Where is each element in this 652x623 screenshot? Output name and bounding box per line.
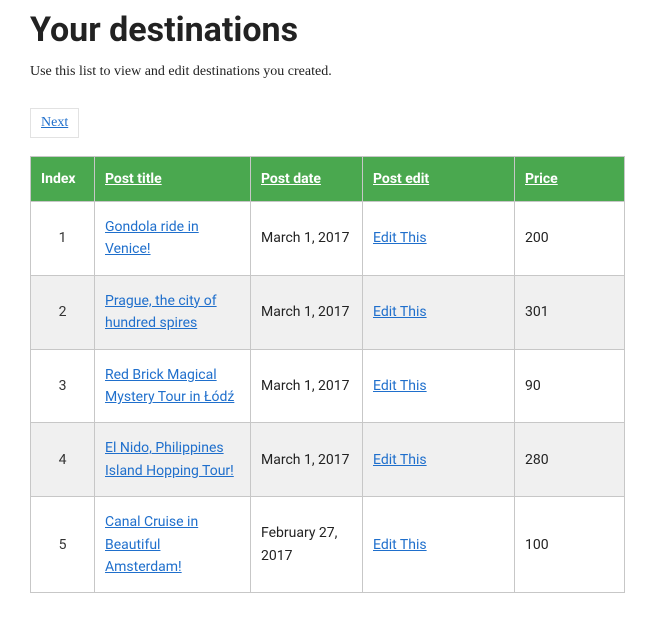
header-date-sort[interactable]: Post date [261,171,321,187]
cell-index: 2 [31,275,95,349]
cell-price: 90 [515,349,625,423]
table-body: 1 Gondola ride in Venice! March 1, 2017 … [31,202,625,593]
destinations-table: Index Post title Post date Post edit Pri… [30,156,625,593]
cell-index: 3 [31,349,95,423]
edit-link[interactable]: Edit This [373,230,427,246]
cell-index: 5 [31,497,95,593]
cell-date: March 1, 2017 [251,349,363,423]
table-row: 4 El Nido, Philippines Island Hopping To… [31,423,625,497]
edit-link[interactable]: Edit This [373,537,427,553]
table-row: 2 Prague, the city of hundred spires Mar… [31,275,625,349]
header-edit-sort[interactable]: Post edit [373,171,429,187]
edit-link[interactable]: Edit This [373,378,427,394]
cell-price: 301 [515,275,625,349]
next-link[interactable]: Next [30,108,79,138]
cell-date: March 1, 2017 [251,423,363,497]
cell-index: 1 [31,202,95,276]
post-title-link[interactable]: Red Brick Magical Mystery Tour in Łódź [105,367,234,405]
header-title-sort[interactable]: Post title [105,171,162,187]
cell-price: 280 [515,423,625,497]
table-row: 1 Gondola ride in Venice! March 1, 2017 … [31,202,625,276]
post-title-link[interactable]: Prague, the city of hundred spires [105,293,217,331]
cell-price: 100 [515,497,625,593]
post-title-link[interactable]: Gondola ride in Venice! [105,219,199,257]
cell-date: March 1, 2017 [251,275,363,349]
post-title-link[interactable]: Canal Cruise in Beautiful Amsterdam! [105,514,198,575]
cell-date: February 27, 2017 [251,497,363,593]
edit-link[interactable]: Edit This [373,304,427,320]
table-row: 5 Canal Cruise in Beautiful Amsterdam! F… [31,497,625,593]
cell-date: March 1, 2017 [251,202,363,276]
table-row: 3 Red Brick Magical Mystery Tour in Łódź… [31,349,625,423]
header-index: Index [31,157,95,202]
header-price-sort[interactable]: Price [525,171,558,187]
edit-link[interactable]: Edit This [373,452,427,468]
page-title: Your destinations [30,10,622,50]
cell-index: 4 [31,423,95,497]
post-title-link[interactable]: El Nido, Philippines Island Hopping Tour… [105,440,234,478]
page-subheading: Use this list to view and edit destinati… [30,64,622,80]
cell-price: 200 [515,202,625,276]
pager: Next [30,108,622,138]
